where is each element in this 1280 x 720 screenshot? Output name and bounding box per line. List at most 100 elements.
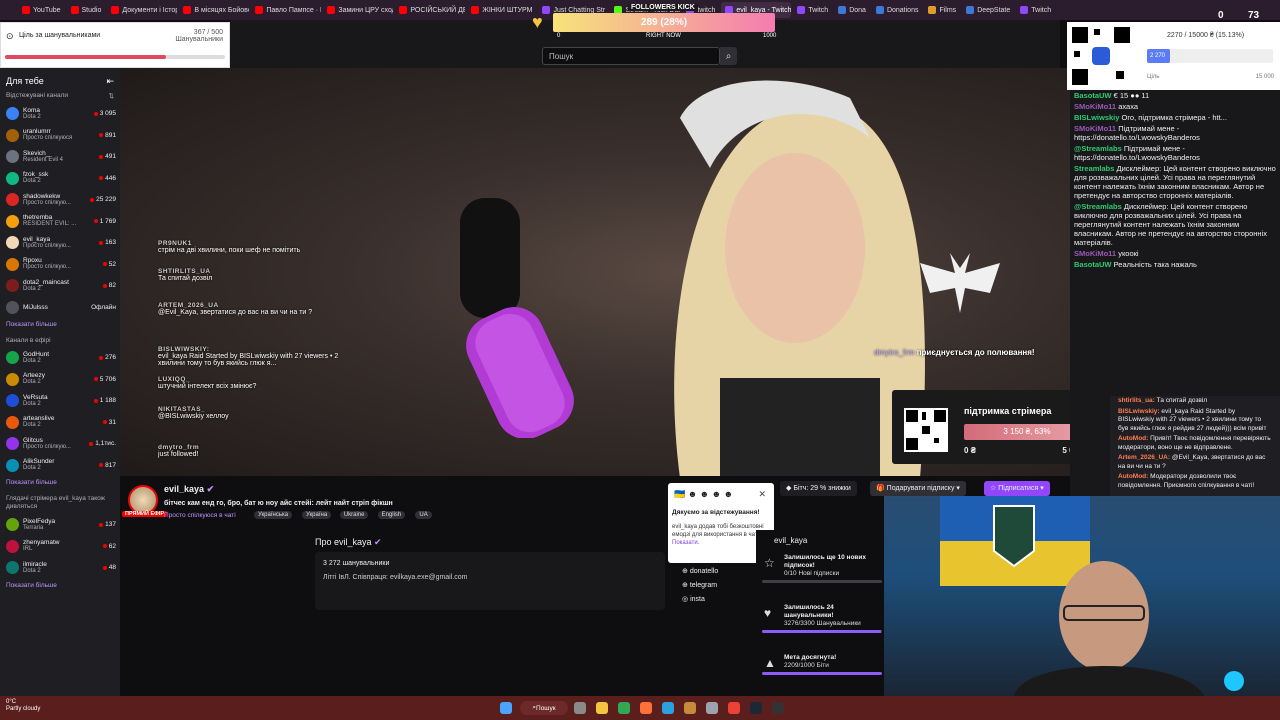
browser-tab[interactable]: YouTube xyxy=(18,2,65,18)
sidebar-channel[interactable]: arteanslive Dota 2 31 xyxy=(0,412,120,434)
link-telegram[interactable]: ⊕ telegram xyxy=(682,581,717,589)
sidebar-channel[interactable]: thetremba RESIDENT EVIL: ... 1 769 xyxy=(0,211,120,233)
followers-progress-bar: 289 (28%) xyxy=(553,13,775,32)
browser-tab[interactable]: ЖІНКИ ШТУРМ xyxy=(467,2,536,18)
sidebar-channel[interactable]: evil_kaya Просто спілкую... 163 xyxy=(0,232,120,254)
popup-show-link[interactable]: Показати. xyxy=(672,540,699,546)
taskbar-search[interactable]: ⌕ Пошук xyxy=(520,701,568,715)
stream-tag[interactable]: Україна xyxy=(302,511,332,519)
stream-category[interactable]: Просто спілкуюся в чаті xyxy=(164,512,236,519)
tab-favicon xyxy=(966,6,975,14)
browser-tab[interactable]: Документи і Історія xyxy=(107,2,177,18)
streamer-name[interactable]: evil_kaya ✔ xyxy=(164,484,214,495)
app-icon[interactable] xyxy=(684,702,696,714)
tab-label: DeepState xyxy=(977,6,1011,14)
chrome-icon[interactable] xyxy=(728,702,740,714)
viewer-count: 137 xyxy=(99,521,116,528)
chat-username[interactable]: @Streamlabs xyxy=(1074,144,1122,153)
stream-tag[interactable]: Ukraine xyxy=(339,511,369,519)
file-explorer-icon[interactable] xyxy=(596,702,608,714)
viewer-count: 31 xyxy=(102,419,116,426)
sort-icon[interactable]: ⇅ xyxy=(109,92,114,100)
gift-label: Подарувати підписку xyxy=(886,485,955,492)
stream-tag[interactable]: UA xyxy=(415,511,432,519)
bits-button[interactable]: ◆ Бітч: 29 % знижки xyxy=(780,481,857,496)
tab-favicon xyxy=(399,6,408,14)
browser-tab[interactable]: Donations xyxy=(872,2,923,18)
app-icon-2[interactable] xyxy=(706,702,718,714)
chat-username[interactable]: BISLwiwskiy xyxy=(1074,113,1119,122)
show-more-also[interactable]: Показати більше xyxy=(0,579,120,592)
chat-username[interactable]: SMoKiMo11 xyxy=(1074,124,1116,133)
chat-username[interactable]: BISLwiwskiy: xyxy=(1118,408,1160,415)
follower-goal-widget: ⊙ Ціль за шанувальниками 367 / 500 Шанува… xyxy=(0,22,230,68)
chat-username[interactable]: AutoMod: xyxy=(1118,435,1148,442)
chat-message: BISLwiwskiy Ого, підтримка стрімера - ht… xyxy=(1070,112,1280,123)
show-more-followed[interactable]: Показати більше xyxy=(0,318,120,331)
chat-username[interactable]: SMoKiMo11 xyxy=(1074,249,1116,258)
tab-favicon xyxy=(1020,6,1029,14)
link-insta[interactable]: ◎ insta xyxy=(682,595,705,603)
chat-username[interactable]: SMoKiMo11 xyxy=(1074,102,1116,111)
browser-tab[interactable]: Studio xyxy=(67,2,106,18)
chat-username[interactable]: BasotaUW xyxy=(1074,91,1112,100)
browser-tab[interactable]: РОСІЙСЬКИЙ ДЕ xyxy=(395,2,465,18)
sidebar-channel[interactable]: Arteezy Dota 2 5 706 xyxy=(0,369,120,391)
hunt-alert: dmytro_frm приєднується до полювання! xyxy=(874,348,1035,357)
gift-sub-button[interactable]: 🎁 Подарувати підписку ▾ xyxy=(870,481,966,496)
chat-username[interactable]: AutoMod: xyxy=(1118,473,1148,480)
show-more-live[interactable]: Показати більше xyxy=(0,476,120,489)
sidebar-channel[interactable]: VeRsuta Dota 2 1 188 xyxy=(0,390,120,412)
chat-text: укоокі xyxy=(1118,249,1139,258)
subscribe-button[interactable]: ☆ Підписатися ▾ xyxy=(984,481,1050,496)
channel-category: Dota 2 xyxy=(23,178,41,185)
stream-tag[interactable]: Українська xyxy=(254,511,293,519)
browser-tab[interactable]: Twitch xyxy=(1016,2,1055,18)
collapse-sidebar-icon[interactable]: ⇤ xyxy=(106,76,114,87)
overlay-chat-message: LUXIQQ_ штучний інтелект всіх змінює? xyxy=(158,376,256,390)
link-donatello[interactable]: ⊕ donatello xyxy=(682,567,718,575)
browser-tab[interactable]: Films xyxy=(924,2,960,18)
firefox-icon[interactable] xyxy=(640,702,652,714)
chat-username[interactable]: @Streamlabs xyxy=(1074,202,1122,211)
browser-tab[interactable]: Павло Пампсе · КР xyxy=(251,2,321,18)
search-input[interactable]: Пошук xyxy=(542,47,720,65)
chat-username[interactable]: Streamlabs xyxy=(1074,164,1114,173)
browser-tab[interactable]: В місяцях Бойового xyxy=(179,2,249,18)
start-icon[interactable] xyxy=(500,702,512,714)
task-view-icon[interactable] xyxy=(574,702,586,714)
sidebar-channel[interactable]: AlikSunder Dota 2 817 xyxy=(0,455,120,477)
search-button[interactable]: ⌕ xyxy=(720,47,737,65)
stream-tag[interactable]: English xyxy=(377,511,406,519)
sidebar-channel[interactable]: fzok_ssk Dota 2 446 xyxy=(0,168,120,190)
sidebar-channel[interactable]: Koma Dota 2 3 095 xyxy=(0,103,120,125)
sidebar-channel[interactable]: Skevich_ Resident Evil 4 491 xyxy=(0,146,120,168)
live-dot-icon xyxy=(102,262,107,267)
chat-username[interactable]: BasotaUW xyxy=(1074,260,1112,269)
browser-tab[interactable]: Twitch xyxy=(793,2,832,18)
sidebar-channel[interactable]: Glitcus Просто спілкую... 1,1тис. xyxy=(0,433,120,455)
weather-widget[interactable]: 0°C Partly cloudy xyxy=(6,699,40,713)
browser-tab[interactable]: Dona xyxy=(834,2,870,18)
chat-username[interactable]: shtirlits_ua: xyxy=(1118,397,1155,404)
sidebar-channel[interactable]: dota2_maincast Dota 2 82 xyxy=(0,275,120,297)
telegram-taskbar-icon[interactable] xyxy=(662,702,674,714)
channel-avatar xyxy=(6,279,19,293)
browser-tab[interactable]: Замини ЦРУ сходу xyxy=(323,2,393,18)
sidebar-channel[interactable]: PixelFedya Terraria 137 xyxy=(0,514,120,536)
chat-username[interactable]: Artem_2026_UA: xyxy=(1118,454,1170,461)
browser-tab[interactable]: DeepState xyxy=(962,2,1014,18)
close-icon[interactable]: ✕ xyxy=(758,489,766,500)
sidebar-channel[interactable]: zhenyamatw IRL 62 xyxy=(0,536,120,558)
obs-icon[interactable] xyxy=(772,702,784,714)
goal-title: Залишилось ще 10 нових підписок! xyxy=(784,554,867,569)
steam-icon[interactable] xyxy=(750,702,762,714)
sidebar-channel[interactable]: ilmiracle Dota 2 48 xyxy=(0,557,120,579)
sidebar-channel[interactable]: MiJulsss Офлайн xyxy=(0,297,120,319)
sidebar-channel[interactable]: uranlumrr Просто спілкуюся 891 xyxy=(0,125,120,147)
edge-icon[interactable] xyxy=(618,702,630,714)
sidebar-channel[interactable]: shadowkekw Просто спілкую... 25 229 xyxy=(0,189,120,211)
sidebar-channel[interactable]: Rpoxu Просто спілкую... 52 xyxy=(0,254,120,276)
channel-category: Dota 2 xyxy=(23,567,41,574)
sidebar-channel[interactable]: GodHunt Dota 2 276 xyxy=(0,347,120,369)
